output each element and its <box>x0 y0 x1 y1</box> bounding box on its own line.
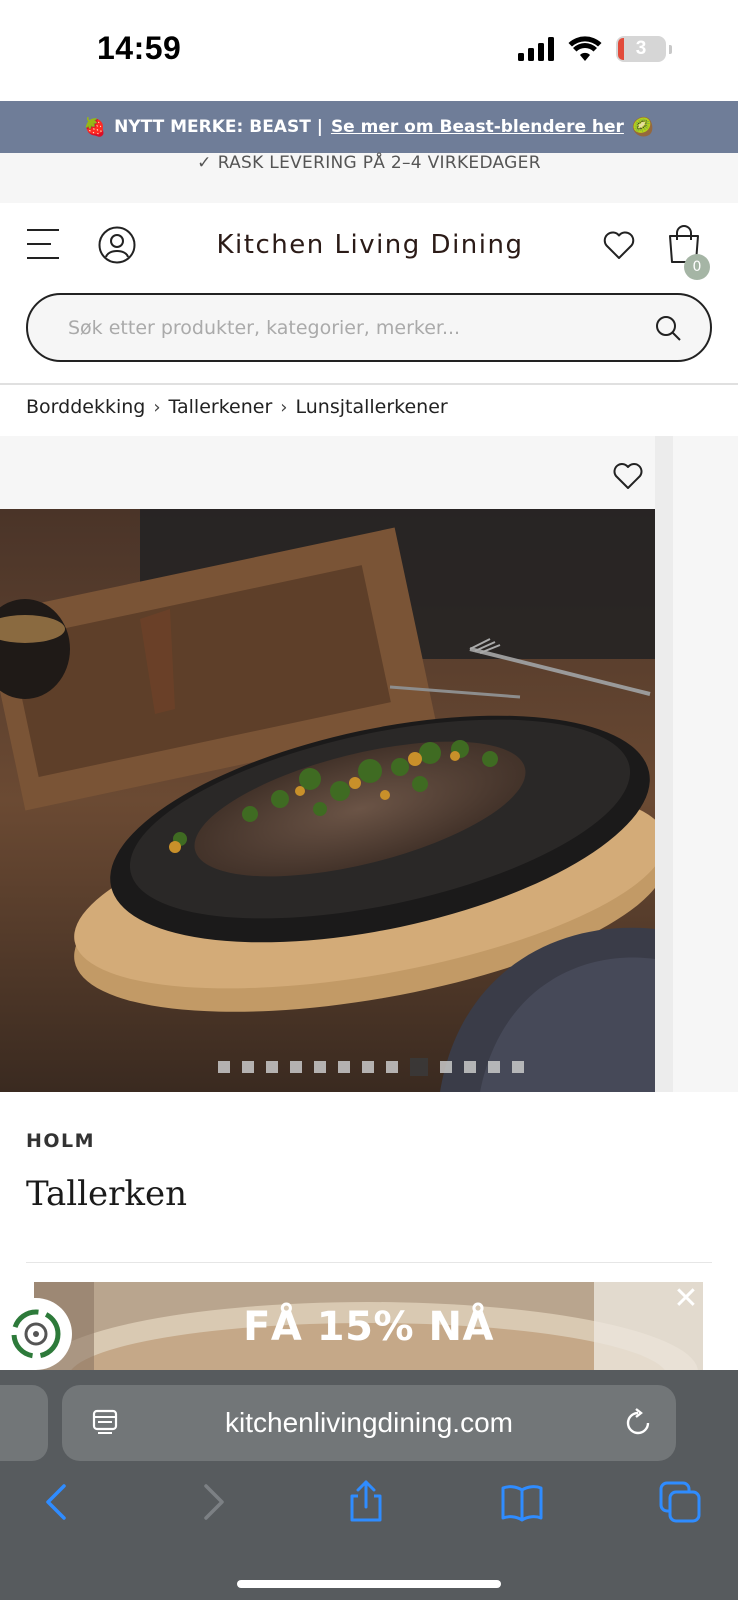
battery-cap <box>669 44 672 54</box>
site-logo[interactable]: Kitchen Living Dining <box>210 230 530 260</box>
discount-popup[interactable]: FÅ 15% NÅ <box>34 1282 703 1370</box>
eco-badge[interactable] <box>0 1298 72 1370</box>
cart-count-badge: 0 <box>684 254 710 280</box>
battery-level: 3 <box>635 38 647 59</box>
gallery-dot[interactable] <box>242 1061 254 1073</box>
menu-icon[interactable] <box>27 229 59 259</box>
breadcrumb: Borddekking › Tallerkener › Lunsjtallerk… <box>26 396 448 418</box>
product-title: Tallerken <box>26 1174 188 1214</box>
gallery-dot[interactable] <box>410 1058 428 1076</box>
breadcrumb-separator: › <box>280 396 288 418</box>
gallery-dot[interactable] <box>314 1061 326 1073</box>
gallery-pagination[interactable] <box>218 1058 524 1076</box>
status-icons: 3 <box>518 36 672 62</box>
status-time: 14:59 <box>97 30 182 66</box>
wifi-icon <box>568 36 602 61</box>
breadcrumb-item[interactable]: Lunsjtallerkener <box>295 396 447 418</box>
info-divider <box>26 1262 712 1263</box>
bookmarks-icon[interactable] <box>500 1480 544 1524</box>
promo-banner[interactable]: 🍓 NYTT MERKE: BEAST | Se mer om Beast-bl… <box>0 101 738 153</box>
gallery-dot[interactable] <box>338 1061 350 1073</box>
product-brand[interactable]: HOLM <box>26 1130 95 1152</box>
delivery-text: RASK LEVERING PÅ 2–4 VIRKEDAGER <box>217 153 541 173</box>
breadcrumb-item[interactable]: Borddekking <box>26 396 145 418</box>
battery-icon: 3 <box>616 36 666 62</box>
close-icon[interactable]: ✕ <box>673 1284 699 1314</box>
gallery-dot[interactable] <box>488 1061 500 1073</box>
back-icon[interactable] <box>36 1480 80 1524</box>
gallery-next-slide[interactable] <box>655 436 673 1092</box>
gallery-dot[interactable] <box>464 1061 476 1073</box>
promo-text: NYTT MERKE: BEAST | <box>114 117 323 137</box>
delivery-notice: ✓ RASK LEVERING PÅ 2–4 VIRKEDAGER <box>0 153 738 203</box>
status-bar: 14:59 3 <box>0 0 738 100</box>
forward-icon[interactable] <box>190 1480 234 1524</box>
tabs-icon[interactable] <box>658 1480 702 1524</box>
kiwi-icon: 🥝 <box>631 116 655 138</box>
breadcrumb-item[interactable]: Tallerkener <box>169 396 273 418</box>
popup-title: FÅ 15% NÅ <box>243 1304 494 1350</box>
reload-icon[interactable] <box>622 1407 654 1439</box>
search-icon[interactable] <box>654 314 682 342</box>
share-icon[interactable] <box>344 1480 388 1524</box>
check-icon: ✓ <box>197 153 212 173</box>
header-divider <box>0 383 738 385</box>
browser-toolbar <box>0 1480 738 1540</box>
gallery-dot[interactable] <box>266 1061 278 1073</box>
product-gallery[interactable] <box>0 436 738 1092</box>
wishlist-icon[interactable] <box>602 228 636 262</box>
account-icon[interactable] <box>98 226 136 264</box>
site-header: Kitchen Living Dining 0 <box>0 204 738 292</box>
search-bar <box>26 293 712 362</box>
breadcrumb-separator: › <box>153 396 161 418</box>
gallery-next-slide[interactable] <box>673 436 738 1092</box>
strawberry-icon: 🍓 <box>83 116 107 138</box>
gallery-dot[interactable] <box>290 1061 302 1073</box>
gallery-dot[interactable] <box>386 1061 398 1073</box>
search-input[interactable] <box>68 313 628 343</box>
gallery-dot[interactable] <box>512 1061 524 1073</box>
favorite-icon[interactable] <box>612 460 644 492</box>
recycle-icon <box>11 1309 61 1359</box>
cellular-signal-icon <box>518 37 554 61</box>
previous-tab-preview[interactable] <box>0 1385 48 1461</box>
home-indicator[interactable] <box>237 1580 501 1588</box>
promo-link[interactable]: Se mer om Beast-blendere her <box>331 117 624 137</box>
product-image[interactable] <box>0 509 655 1092</box>
gallery-slide[interactable] <box>0 436 655 1092</box>
browser-chrome: kitchenlivingdining.com <box>0 1370 738 1600</box>
gallery-dot[interactable] <box>362 1061 374 1073</box>
address-bar[interactable]: kitchenlivingdining.com <box>62 1385 676 1461</box>
gallery-dot[interactable] <box>440 1061 452 1073</box>
url-text[interactable]: kitchenlivingdining.com <box>62 1407 676 1439</box>
gallery-dot[interactable] <box>218 1061 230 1073</box>
